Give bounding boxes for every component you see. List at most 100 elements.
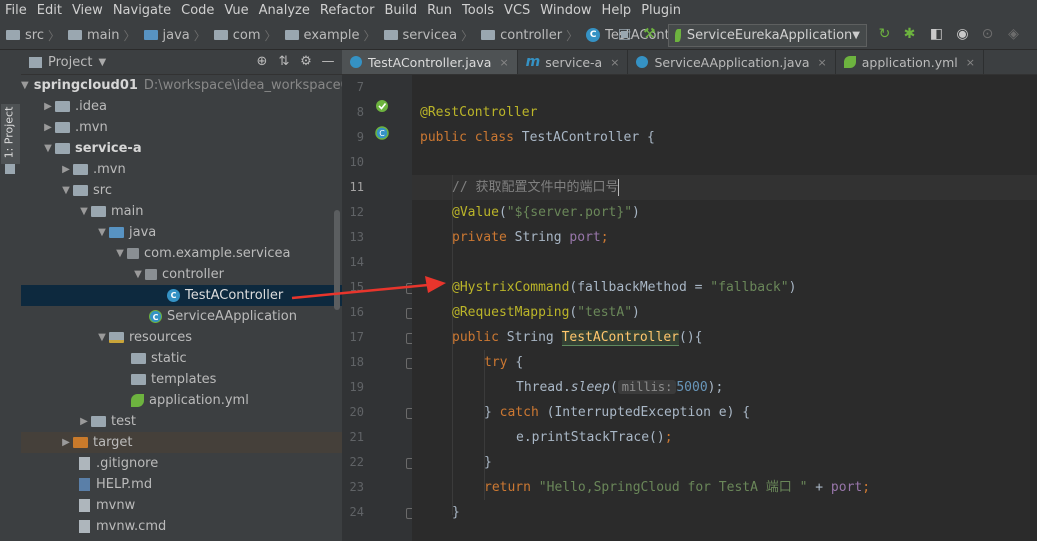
menu-vue[interactable]: Vue	[219, 3, 253, 18]
tree-item-testacontroller[interactable]: C TestAController	[21, 285, 342, 306]
line-number: 14	[349, 255, 364, 269]
tree-item-label: src	[93, 183, 112, 198]
chevron-down-icon[interactable]: ▼	[95, 332, 109, 343]
tree-item-main[interactable]: ▼ main	[21, 201, 342, 222]
spring-class-gutter-icon[interactable]: C	[375, 126, 389, 140]
menu-help[interactable]: Help	[597, 3, 637, 18]
tree-item-help-md[interactable]: HELP.md	[21, 474, 342, 495]
chevron-right-icon[interactable]: ▶	[59, 437, 73, 448]
tool-window-tab-project[interactable]: 1: Project	[1, 104, 20, 164]
tree-item-test[interactable]: ▶ test	[21, 411, 342, 432]
gear-icon[interactable]: ⚙	[298, 54, 314, 70]
chevron-down-icon[interactable]: ▼	[95, 227, 109, 238]
breadcrumb-controller[interactable]: controller	[500, 28, 562, 43]
folder-icon	[73, 185, 88, 196]
chevron-down-icon[interactable]: ▼	[59, 185, 73, 196]
chevron-right-icon[interactable]: ▶	[41, 122, 55, 133]
menu-view[interactable]: View	[67, 3, 108, 18]
breadcrumb-src[interactable]: src	[25, 28, 44, 43]
menu-window[interactable]: Window	[535, 3, 596, 18]
attach-icon[interactable]: ⊙	[980, 27, 995, 42]
code-line-13: private String port;	[452, 225, 609, 250]
code-token: try	[484, 355, 516, 370]
menu-plugin[interactable]: Plugin	[636, 3, 686, 18]
menu-run[interactable]: Run	[422, 3, 457, 18]
menu-code[interactable]: Code	[176, 3, 219, 18]
build-hammer-icon[interactable]: ⚒	[642, 27, 657, 42]
locate-icon[interactable]: ⊕	[254, 54, 270, 70]
coverage-icon[interactable]: ◧	[929, 27, 944, 42]
chevron-down-icon[interactable]: ▼	[77, 206, 91, 217]
breadcrumb-main[interactable]: main	[87, 28, 119, 43]
rerun-icon[interactable]: ↻	[877, 27, 892, 42]
chevron-right-icon[interactable]: ▶	[59, 164, 73, 175]
chevron-right-icon[interactable]: ▶	[41, 101, 55, 112]
tree-item-mvn[interactable]: ▶ .mvn	[21, 159, 342, 180]
tree-item-serviceaapplication[interactable]: C ServiceAApplication	[21, 306, 342, 327]
tree-item-gitignore[interactable]: .gitignore	[21, 453, 342, 474]
window-icon[interactable]: ▣	[617, 27, 632, 42]
menu-vcs[interactable]: VCS	[499, 3, 535, 18]
stop-icon[interactable]: ◈	[1006, 27, 1021, 42]
breadcrumb-com[interactable]: com	[233, 28, 261, 43]
tab-serviceaapplication-java[interactable]: ServiceAApplication.java ×	[628, 50, 836, 74]
menu-build[interactable]: Build	[379, 3, 422, 18]
tree-item-com-example-servicea[interactable]: ▼ com.example.servicea	[21, 243, 342, 264]
chevron-down-icon[interactable]: ▼	[41, 143, 55, 154]
menu-file[interactable]: File	[0, 3, 32, 18]
sort-icon[interactable]: ⇅	[276, 54, 292, 70]
spring-bean-icon[interactable]	[375, 99, 389, 113]
code-editor[interactable]: @RestController public class TestAContro…	[412, 75, 1037, 541]
run-configuration-select[interactable]: ServiceEurekaApplication ▼	[668, 24, 867, 47]
tree-item-java[interactable]: ▼ java	[21, 222, 342, 243]
folder-icon	[73, 164, 88, 175]
menu-tools[interactable]: Tools	[457, 3, 499, 18]
breadcrumb-servicea[interactable]: servicea	[403, 28, 458, 43]
breadcrumb-java[interactable]: java	[163, 28, 190, 43]
editor-gutter[interactable]: 7 8 9 10 11 12 13 14 15 16 17 18 19 20 2…	[342, 75, 417, 541]
tree-item-mvn[interactable]: ▶ .mvn	[21, 117, 342, 138]
project-scrollbar[interactable]	[334, 210, 340, 310]
tab-testacontroller-java[interactable]: TestAController.java ×	[342, 50, 518, 74]
chevron-down-icon[interactable]: ▼	[21, 80, 29, 91]
close-icon[interactable]: ×	[818, 56, 827, 69]
close-icon[interactable]: ×	[966, 56, 975, 69]
code-token: ;	[600, 230, 609, 245]
tree-item-application-yml[interactable]: application.yml	[21, 390, 342, 411]
menu-refactor[interactable]: Refactor	[315, 3, 380, 18]
close-icon[interactable]: ×	[499, 56, 508, 69]
code-line-17: public String TestAController(){	[452, 325, 702, 350]
code-token: catch	[499, 405, 547, 420]
debug-bug-icon[interactable]: ✱	[902, 27, 917, 42]
tab-application-yml[interactable]: application.yml ×	[836, 50, 984, 74]
project-panel-title[interactable]: Project	[48, 55, 92, 70]
profile-icon[interactable]: ◉	[955, 27, 970, 42]
menu-analyze[interactable]: Analyze	[254, 3, 315, 18]
chevron-down-icon[interactable]: ▼	[98, 57, 106, 68]
tree-item-service-a[interactable]: ▼ service-a	[21, 138, 342, 159]
minimize-icon[interactable]: —	[320, 54, 336, 70]
spring-class-icon: C	[149, 310, 162, 323]
class-icon: C	[586, 28, 601, 42]
line-number: 19	[349, 380, 364, 394]
tree-item-resources[interactable]: ▼ resources	[21, 327, 342, 348]
tree-item-controller[interactable]: ▼ controller	[21, 264, 342, 285]
tree-item-idea[interactable]: ▶ .idea	[21, 96, 342, 117]
tree-item-springcloud01[interactable]: ▼ springcloud01 D:\workspace\idea_worksp…	[21, 75, 349, 96]
tab-service-a[interactable]: m service-a ×	[518, 50, 629, 74]
close-icon[interactable]: ×	[610, 56, 619, 69]
menu-edit[interactable]: Edit	[32, 3, 67, 18]
tree-item-mvnw-cmd[interactable]: mvnw.cmd	[21, 516, 342, 537]
breadcrumb-example[interactable]: example	[304, 28, 360, 43]
tree-item-target[interactable]: ▶ target	[21, 432, 342, 453]
chevron-right-icon[interactable]: ▶	[77, 416, 91, 427]
tree-item-src[interactable]: ▼ src	[21, 180, 342, 201]
tree-item-static[interactable]: static	[21, 348, 342, 369]
code-token: )	[632, 205, 640, 220]
chevron-down-icon[interactable]: ▼	[113, 248, 127, 259]
tree-item-mvnw[interactable]: mvnw	[21, 495, 342, 516]
folder-icon	[91, 416, 106, 427]
menu-navigate[interactable]: Navigate	[108, 3, 176, 18]
chevron-down-icon[interactable]: ▼	[131, 269, 145, 280]
tree-item-templates[interactable]: templates	[21, 369, 342, 390]
